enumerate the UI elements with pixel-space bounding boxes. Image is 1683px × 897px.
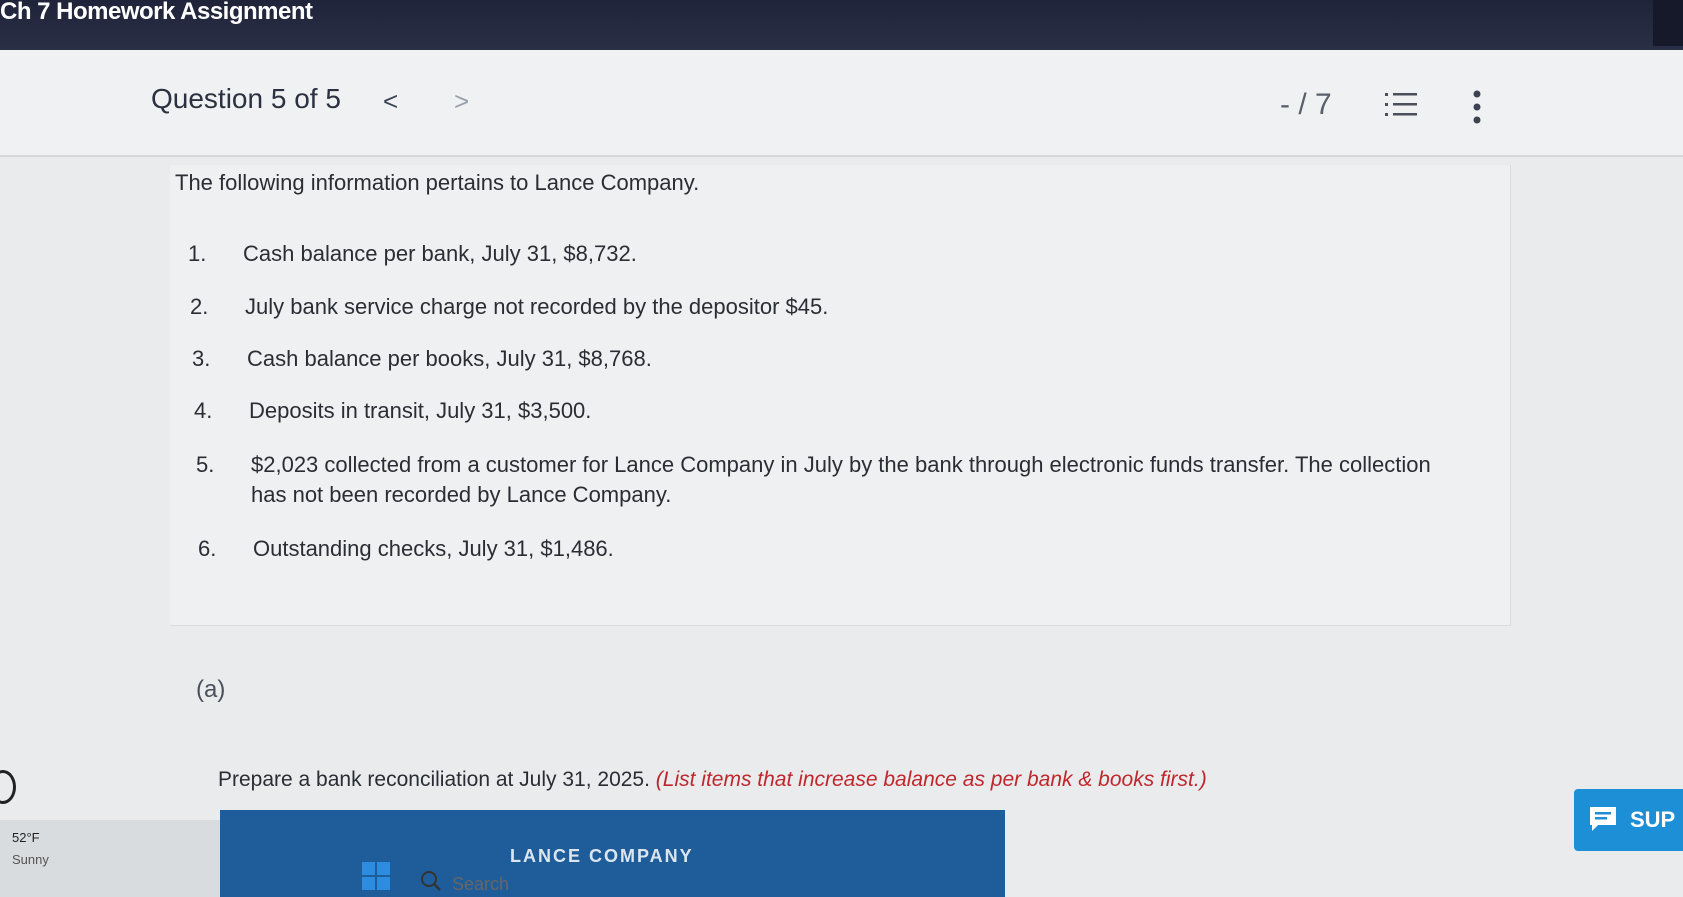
edge-ring-decoration	[0, 770, 16, 804]
item-text: Cash balance per books, July 31, $8,768.	[247, 346, 652, 371]
taskbar-search[interactable]: Search	[452, 874, 509, 895]
kebab-menu-icon[interactable]	[1472, 90, 1482, 124]
item-number: 6.	[198, 536, 217, 561]
titlebar-corner	[1653, 0, 1683, 46]
window-title: Ch 7 Homework Assignment	[0, 0, 313, 25]
company-name: LANCE COMPANY	[510, 846, 694, 866]
item-text-continued: has not been recorded by Lance Company.	[251, 482, 672, 507]
chevron-right-icon[interactable]: >	[454, 86, 469, 117]
item-text: $2,023 collected from a customer for Lan…	[251, 452, 1431, 477]
item-text: July bank service charge not recorded by…	[245, 294, 829, 319]
item-number: 3.	[192, 346, 211, 371]
item-number: 5.	[196, 452, 215, 477]
problem-intro: The following information pertains to La…	[175, 170, 700, 195]
chevron-left-icon[interactable]: <	[383, 86, 398, 117]
chat-icon	[1590, 807, 1616, 831]
part-label: (a)	[196, 676, 226, 703]
window-titlebar: Ch 7 Homework Assignment	[0, 0, 1683, 50]
instruction-note: (List items that increase balance as per…	[655, 768, 1207, 791]
item-number: 1.	[188, 241, 207, 266]
score-display: - / 7	[1280, 88, 1332, 121]
question-header: Question 5 of 5 < > - / 7	[0, 50, 1683, 157]
windows-icon[interactable]	[362, 862, 390, 890]
item-number: 4.	[194, 398, 213, 423]
reconciliation-table-header: LANCE COMPANY	[220, 810, 1005, 897]
item-number: 2.	[190, 294, 209, 319]
item-text: Outstanding checks, July 31, $1,486.	[253, 536, 614, 561]
weather-condition: Sunny	[12, 852, 49, 867]
support-button[interactable]: SUP	[1574, 789, 1683, 851]
search-icon	[421, 871, 441, 891]
weather-temperature: 52°F	[12, 830, 40, 845]
instruction-text: Prepare a bank reconciliation at July 31…	[218, 768, 650, 791]
item-text: Cash balance per bank, July 31, $8,732.	[243, 241, 637, 266]
item-text: Deposits in transit, July 31, $3,500.	[249, 398, 592, 423]
list-icon[interactable]	[1385, 90, 1417, 120]
part-instruction: Prepare a bank reconciliation at July 31…	[218, 768, 1207, 792]
question-counter: Question 5 of 5	[151, 83, 341, 114]
support-label: SUP	[1630, 807, 1676, 832]
